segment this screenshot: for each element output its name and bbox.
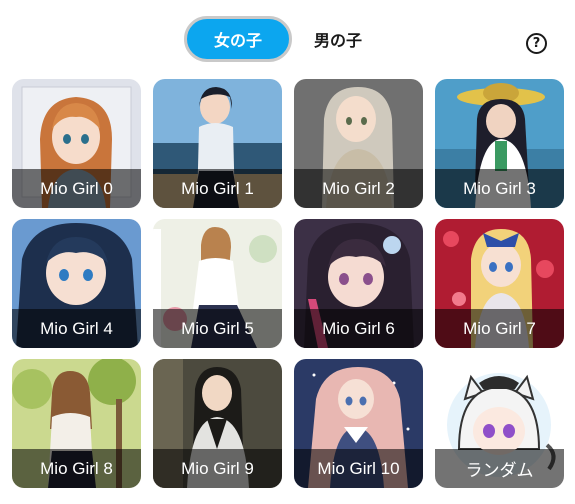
character-name: Mio Girl 9 [153,449,282,488]
character-grid: Mio Girl 0 Mio Girl 1 Mio Girl 2 Mio Gir… [12,79,564,488]
character-card-3[interactable]: Mio Girl 3 [435,79,564,208]
character-name: Mio Girl 3 [435,169,564,208]
character-card-4[interactable]: Mio Girl 4 [12,219,141,348]
character-name: Mio Girl 2 [294,169,423,208]
character-card-8[interactable]: Mio Girl 8 [12,359,141,488]
character-card-6[interactable]: Mio Girl 6 [294,219,423,348]
character-name: Mio Girl 6 [294,309,423,348]
question-circle-icon[interactable]: ? [526,33,547,54]
tab-boys[interactable]: 男の子 [292,16,384,62]
character-name: Mio Girl 7 [435,309,564,348]
character-name: Mio Girl 1 [153,169,282,208]
character-name: Mio Girl 10 [294,449,423,488]
gender-tabs: 女の子 男の子 [184,16,384,62]
character-card-9[interactable]: Mio Girl 9 [153,359,282,488]
character-name: Mio Girl 5 [153,309,282,348]
character-card-7[interactable]: Mio Girl 7 [435,219,564,348]
tab-girls[interactable]: 女の子 [184,16,292,62]
character-card-0[interactable]: Mio Girl 0 [12,79,141,208]
character-card-random[interactable]: ランダム [435,359,564,488]
character-name: ランダム [435,449,564,488]
character-card-10[interactable]: Mio Girl 10 [294,359,423,488]
character-name: Mio Girl 4 [12,309,141,348]
character-name: Mio Girl 0 [12,169,141,208]
character-name: Mio Girl 8 [12,449,141,488]
character-card-1[interactable]: Mio Girl 1 [153,79,282,208]
character-card-2[interactable]: Mio Girl 2 [294,79,423,208]
character-card-5[interactable]: Mio Girl 5 [153,219,282,348]
